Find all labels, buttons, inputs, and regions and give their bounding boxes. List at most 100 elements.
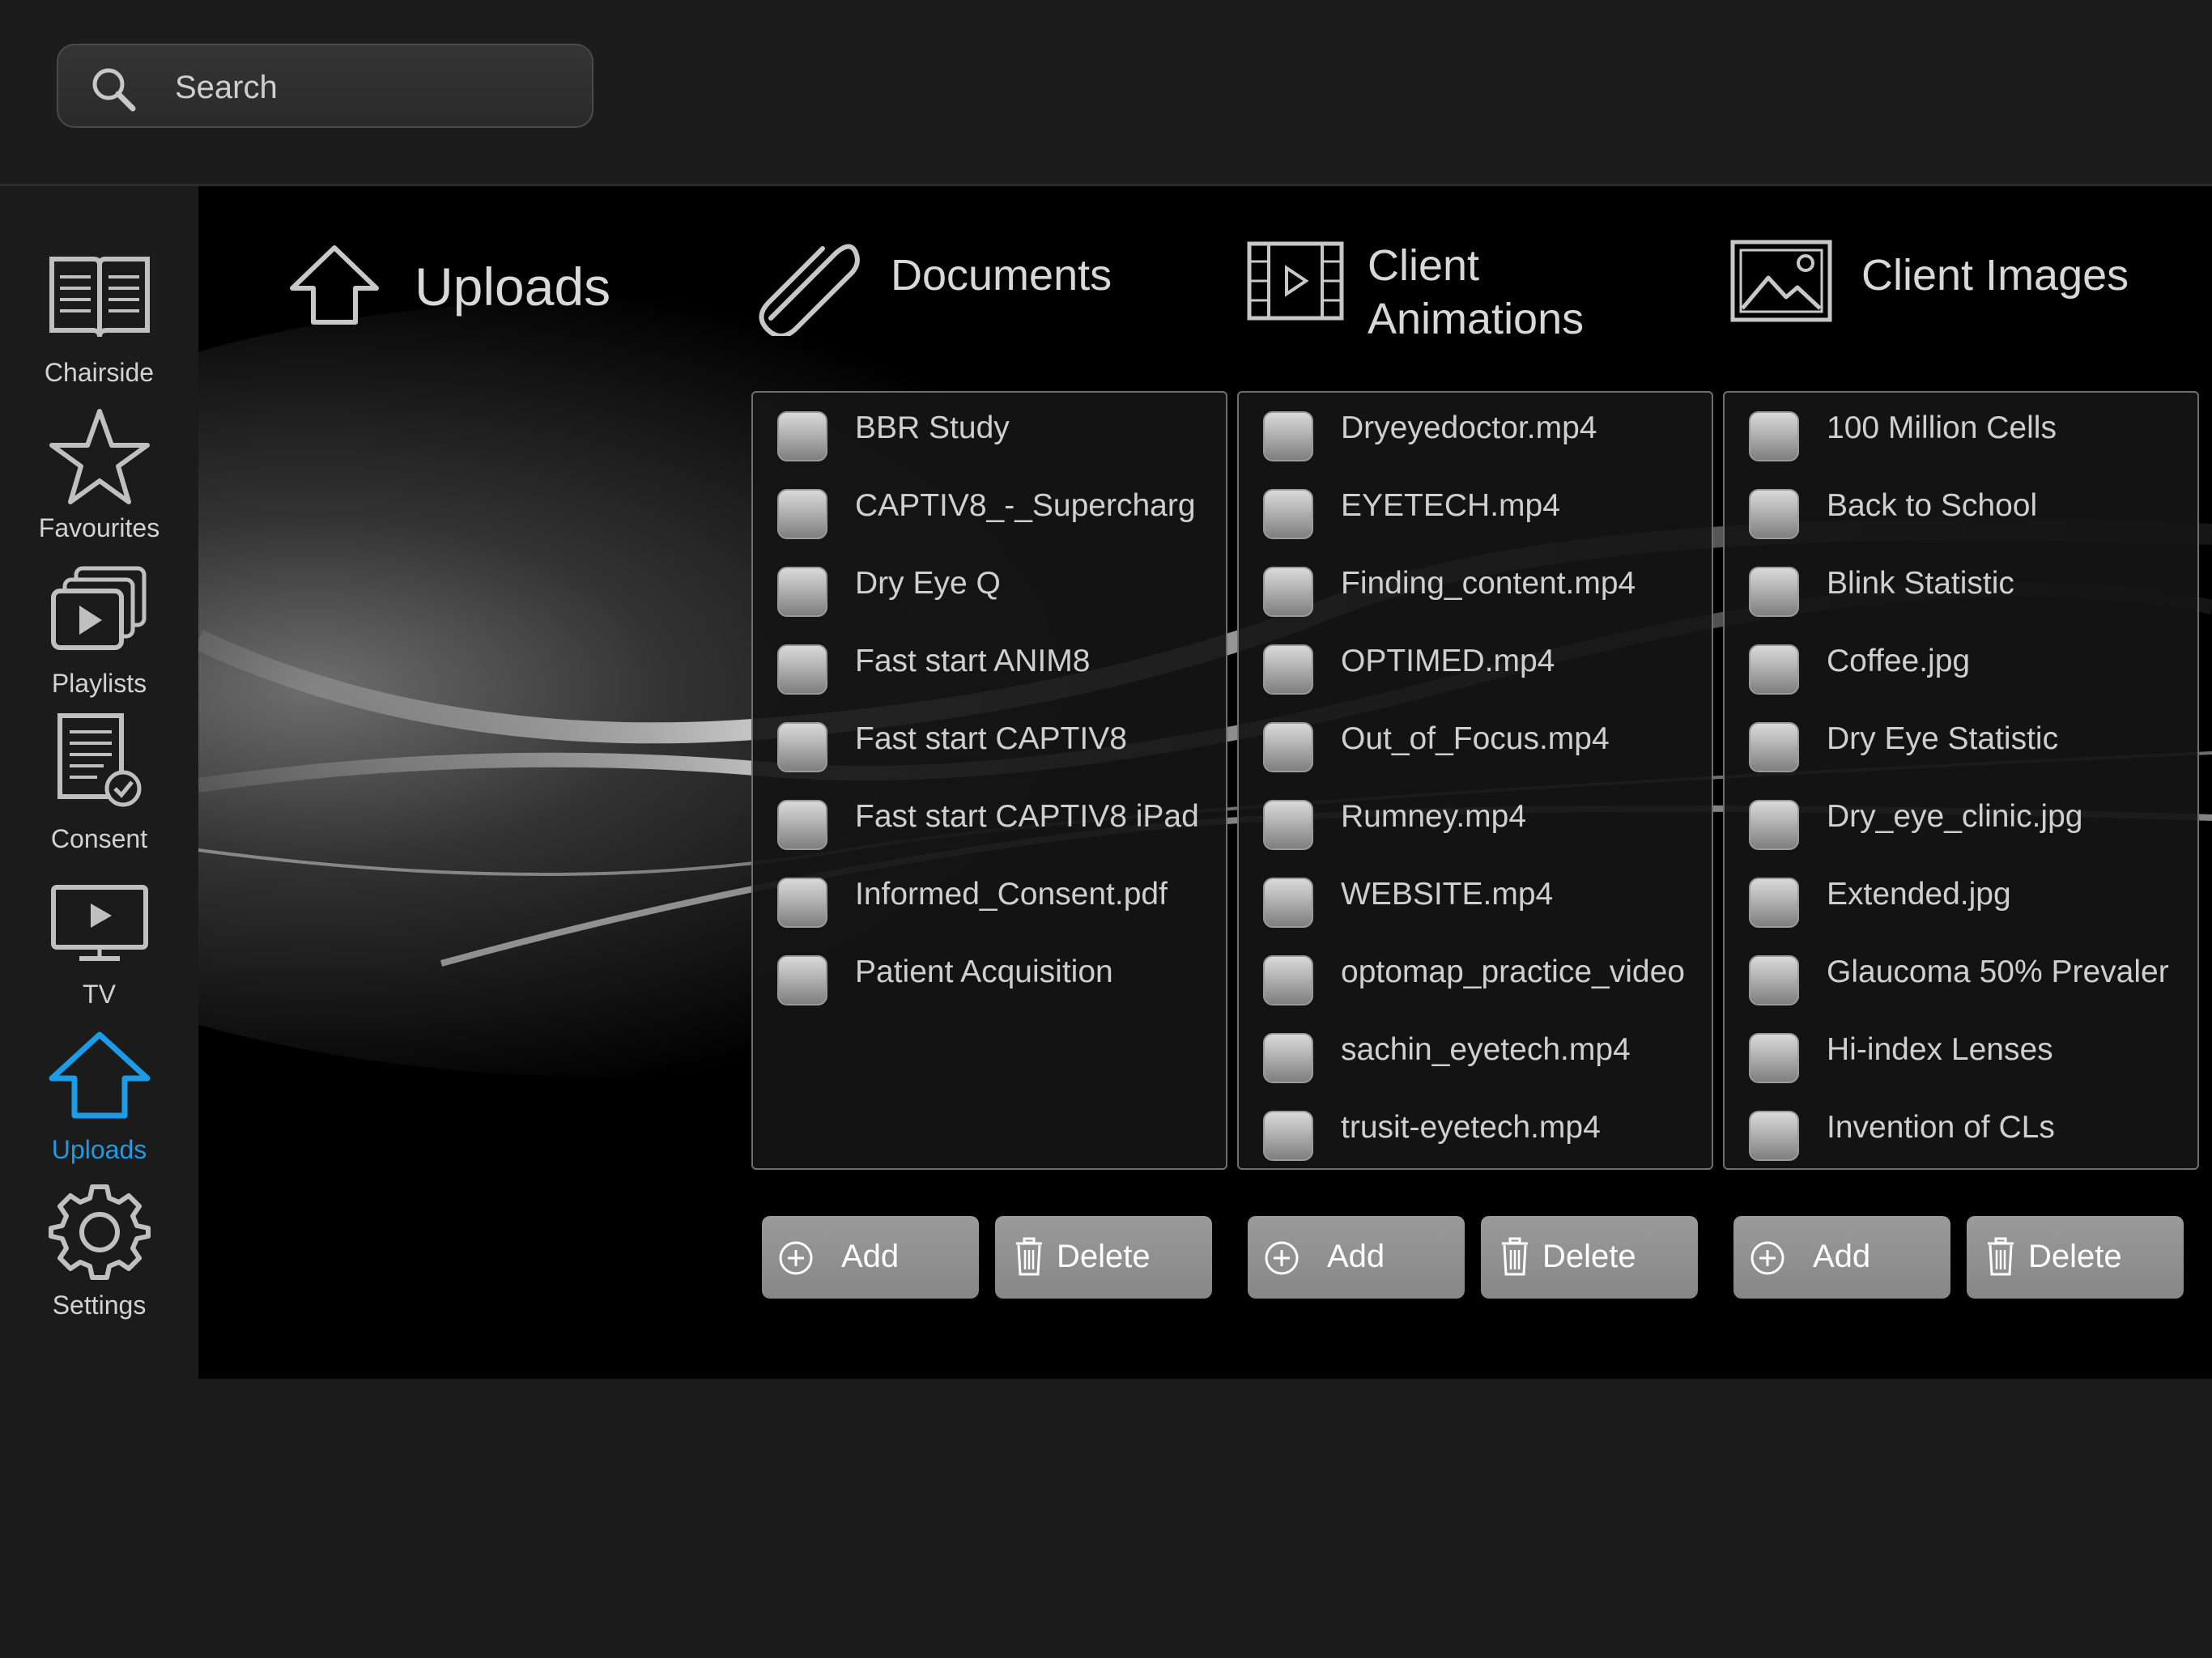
sidebar-item-label: Playlists [51,669,147,698]
checkbox[interactable] [1263,489,1313,539]
film-icon [1247,241,1344,321]
add-button-label: Add [841,1239,900,1274]
list-item[interactable]: trusit-eyetech.mp4 [1239,1092,1712,1168]
list-item[interactable]: OPTIMED.mp4 [1239,626,1712,704]
checkbox[interactable] [1749,800,1799,850]
images-delete-button[interactable]: Delete [1967,1216,2184,1299]
list-item[interactable]: Patient Acquisition [753,937,1226,1014]
list-item[interactable]: optomap_practice_video [1239,937,1712,1014]
list-item[interactable]: Informed_Consent.pdf [753,859,1226,937]
list-item-label: CAPTIV8_-_Supercharg [855,488,1196,523]
checkbox[interactable] [1749,644,1799,695]
checkbox[interactable] [1749,955,1799,1005]
sidebar-item-chairside[interactable]: Chairside [0,253,198,406]
list-item[interactable]: Fast start CAPTIV8 [753,704,1226,781]
checkbox[interactable] [1263,800,1313,850]
checkbox[interactable] [1749,878,1799,928]
list-item-label: Glaucoma 50% Prevaler [1827,954,2169,989]
checkbox[interactable] [1749,411,1799,461]
checkbox[interactable] [777,411,827,461]
checkbox[interactable] [777,644,827,695]
checkbox[interactable] [777,955,827,1005]
list-item-label: trusit-eyetech.mp4 [1341,1110,1601,1145]
checkbox[interactable] [1749,1111,1799,1161]
checkbox[interactable] [1263,567,1313,617]
checkbox[interactable] [1749,1033,1799,1083]
list-item[interactable]: Out_of_Focus.mp4 [1239,704,1712,781]
sidebar-item-favourites[interactable]: Favourites [0,408,198,562]
list-item-label: Blink Statistic [1827,566,2014,601]
list-item-label: Patient Acquisition [855,954,1113,989]
search-box[interactable] [57,44,593,128]
list-item[interactable]: EYETECH.mp4 [1239,470,1712,548]
checkbox[interactable] [777,567,827,617]
upload-arrow-icon [290,245,379,325]
checkbox[interactable] [777,489,827,539]
search-input[interactable] [173,60,565,115]
list-item-label: Fast start ANIM8 [855,644,1091,678]
list-item[interactable]: Hi-index Lenses [1725,1014,2197,1092]
client-animations-list[interactable]: Dryeyedoctor.mp4 EYETECH.mp4 Finding_con… [1237,391,1713,1170]
documents-heading-text: Documents [891,251,1112,300]
documents-list[interactable]: BBR Study CAPTIV8_-_Supercharg Dry Eye Q… [751,391,1227,1170]
plus-circle-icon [1265,1241,1299,1275]
list-item[interactable]: Invention of CLs [1725,1092,2197,1168]
consent-document-icon [57,713,141,807]
book-icon [49,257,150,338]
checkbox[interactable] [1263,1111,1313,1161]
animations-delete-button[interactable]: Delete [1481,1216,1698,1299]
checkbox[interactable] [1263,644,1313,695]
checkbox[interactable] [1749,489,1799,539]
list-item-label: Extended.jpg [1827,877,2011,912]
checkbox[interactable] [777,800,827,850]
checkbox[interactable] [1263,878,1313,928]
checkbox[interactable] [1263,955,1313,1005]
list-item[interactable]: Dry Eye Q [753,548,1226,626]
trash-icon [1502,1237,1528,1276]
checkbox[interactable] [1263,722,1313,772]
sidebar-item-label: Uploads [51,1135,147,1164]
documents-delete-button[interactable]: Delete [995,1216,1212,1299]
animations-add-button[interactable]: Add [1248,1216,1465,1299]
list-item[interactable]: Dry Eye Statistic [1725,704,2197,781]
list-item-label: Rumney.mp4 [1341,799,1527,834]
sidebar-item-consent[interactable]: Consent [0,713,198,873]
client-images-list[interactable]: 100 Million Cells Back to School Blink S… [1723,391,2199,1170]
list-item[interactable]: Dryeyedoctor.mp4 [1239,393,1712,470]
sidebar-item-playlists[interactable]: Playlists [0,563,198,717]
sidebar-item-uploads[interactable]: Uploads [0,1030,198,1184]
checkbox[interactable] [1749,722,1799,772]
checkbox[interactable] [1263,1033,1313,1083]
list-item[interactable]: Rumney.mp4 [1239,781,1712,859]
list-item[interactable]: Glaucoma 50% Prevaler [1725,937,2197,1014]
checkbox[interactable] [777,878,827,928]
checkbox[interactable] [777,722,827,772]
list-item[interactable]: Extended.jpg [1725,859,2197,937]
list-item[interactable]: 100 Million Cells [1725,393,2197,470]
add-button-label: Add [1327,1239,1385,1274]
list-item[interactable]: WEBSITE.mp4 [1239,859,1712,937]
list-item[interactable]: sachin_eyetech.mp4 [1239,1014,1712,1092]
sidebar: Chairside Favourites Playlists Consent T… [0,186,198,1658]
list-item[interactable]: Fast start ANIM8 [753,626,1226,704]
list-item[interactable]: Blink Statistic [1725,548,2197,626]
list-item[interactable]: CAPTIV8_-_Supercharg [753,470,1226,548]
list-item-label: Hi-index Lenses [1827,1032,2053,1067]
documents-add-button[interactable]: Add [762,1216,979,1299]
list-item-label: Finding_content.mp4 [1341,566,1636,601]
list-item[interactable]: Back to School [1725,470,2197,548]
sidebar-item-label: Favourites [38,513,160,542]
list-item[interactable]: BBR Study [753,393,1226,470]
images-add-button[interactable]: Add [1733,1216,1950,1299]
list-item[interactable]: Coffee.jpg [1725,626,2197,704]
delete-button-label: Delete [2028,1239,2122,1274]
list-item[interactable]: Dry_eye_clinic.jpg [1725,781,2197,859]
list-item[interactable]: Fast start CAPTIV8 iPad [753,781,1226,859]
sidebar-item-settings[interactable]: Settings [0,1184,198,1339]
list-item[interactable]: Finding_content.mp4 [1239,548,1712,626]
client-animations-heading-line1: Client [1368,241,1480,290]
sidebar-item-tv[interactable]: TV [0,874,198,1028]
checkbox[interactable] [1263,411,1313,461]
uploads-panel: Uploads Documents Client Animations Clie… [198,186,2212,1379]
checkbox[interactable] [1749,567,1799,617]
